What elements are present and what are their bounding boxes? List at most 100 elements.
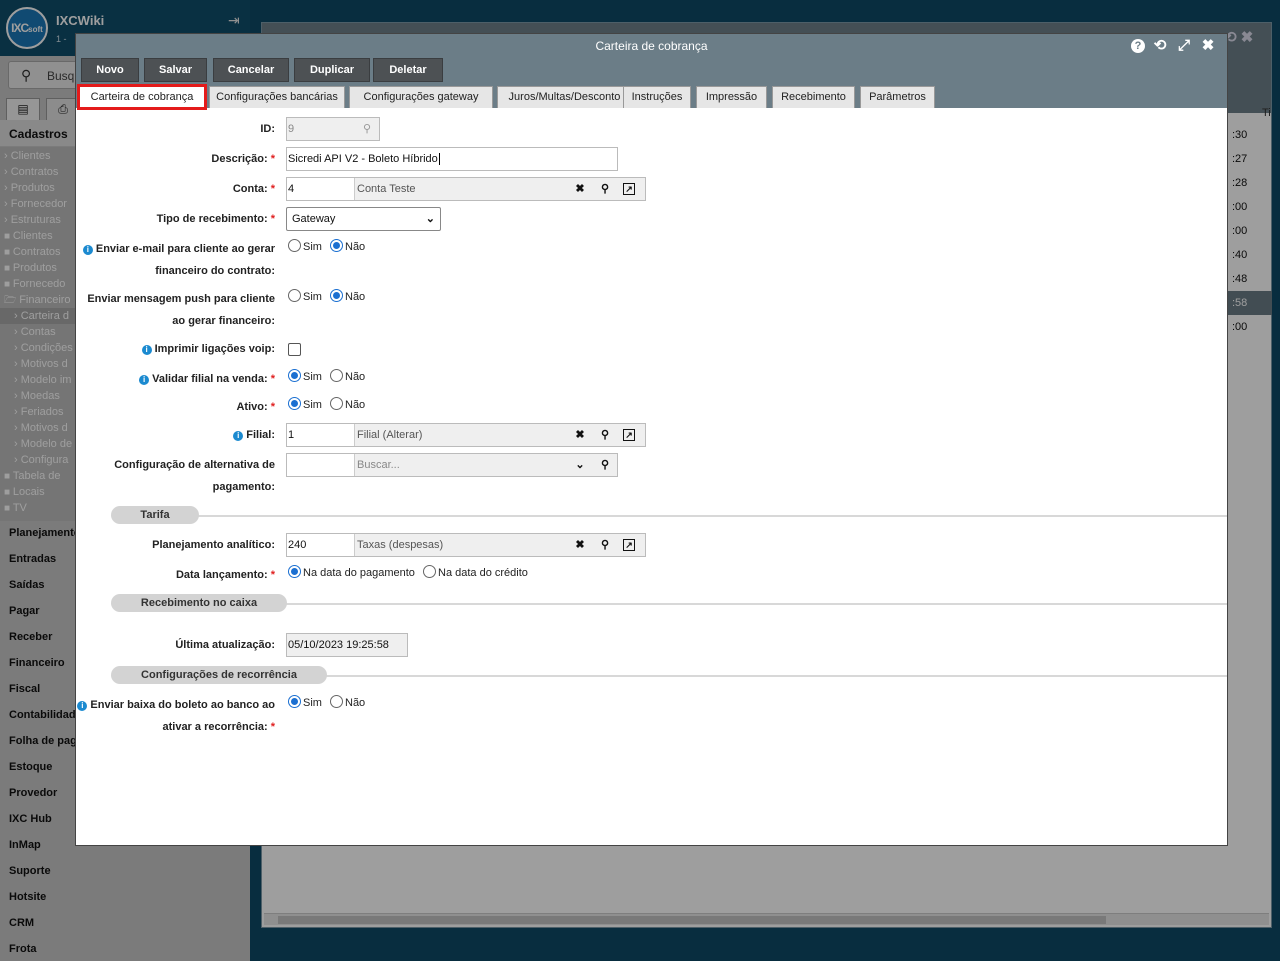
baixa-label-line1: Enviar baixa do boleto ao banco ao [90,699,275,711]
alt-pagamento-placeholder[interactable]: Buscar... [357,454,400,476]
imprimir-voip-label: i Imprimir ligações voip: [141,338,275,360]
validar-filial-text: Validar filial na venda: [152,373,268,385]
tab-0[interactable]: Carteira de cobrança [77,84,207,110]
id-search-icon: ⚲ [362,123,371,135]
clear-icon[interactable]: ✖ [572,537,588,553]
modal-tabs: Carteira de cobrança Configurações bancár… [76,84,1227,110]
info-icon: i [141,345,152,355]
alt-pagamento-code-input[interactable] [287,454,355,476]
deletar-button[interactable]: Deletar [373,58,443,82]
sim-text: Sim [303,241,322,253]
required-mark: * [270,213,275,225]
search-icon[interactable]: ⚲ [597,427,613,443]
descricao-label: Descrição: * [211,148,275,170]
imprimir-voip-checkbox[interactable] [288,343,301,356]
tipo-recebimento-label: Tipo de recebimento: * [157,208,275,230]
info-icon: i [82,245,93,255]
duplicar-button[interactable]: Duplicar [294,58,370,82]
radio-off [288,289,301,302]
baixa-nao-radio[interactable]: Não [330,695,365,710]
history-icon[interactable]: ⟲ [1151,37,1169,55]
radio-off [330,397,343,410]
ultima-atualizacao-label: Última atualização: [175,639,275,651]
ativo-sim-radio[interactable]: Sim [288,397,322,412]
radio-on [288,397,301,410]
radio-off [288,239,301,252]
chevron-down-icon[interactable]: ⌄ [572,457,588,473]
clear-icon[interactable]: ✖ [572,181,588,197]
required-mark: * [270,721,275,733]
section-divider [276,603,1227,605]
filial-code-input[interactable]: 1 [287,424,355,446]
search-icon[interactable]: ⚲ [597,537,613,553]
tab-5[interactable]: Impressão [696,86,767,108]
planejamento-code-input[interactable]: 240 [287,534,355,556]
salvar-button[interactable]: Salvar [144,58,207,82]
data-credito-text: Na data do crédito [438,567,528,579]
novo-button[interactable]: Novo [81,58,139,82]
close-icon[interactable]: ✖ [1199,37,1217,55]
push-sim-radio[interactable]: Sim [288,289,322,304]
radio-off [423,565,436,578]
modal-toolbar: Novo Salvar Cancelar Duplicar Deletar [76,58,1227,84]
data-pagamento-radio[interactable]: Na data do pagamento [288,565,415,580]
ativo-nao-radio[interactable]: Não [330,397,365,412]
open-external-icon[interactable]: ↗ [623,429,635,441]
radio-on [330,239,343,252]
enviar-push-label: Enviar mensagem push para cliente [87,293,275,305]
data-credito-radio[interactable]: Na data do crédito [423,565,528,580]
help-icon[interactable]: ? [1131,39,1145,53]
alt-pagamento-label: Configuração de alternativa de [114,459,275,471]
radio-off [330,369,343,382]
carteira-modal: Carteira de cobrança ? ⟲ ⤢ ✖ Novo Salvar C… [75,33,1228,846]
nao-text: Não [345,371,366,383]
info-icon: i [233,431,244,441]
conta-code-input[interactable]: 4 [287,178,355,200]
planejamento-label: Planejamento analítico: [152,539,275,551]
enviar-email-label: i Enviar e-mail para cliente ao gerar [82,238,275,260]
maximize-icon[interactable]: ⤢ [1175,37,1193,55]
tab-1[interactable]: Configurações bancárias [209,86,345,108]
tab-4[interactable]: Instruções [623,86,691,108]
tipo-recebimento-select[interactable]: Gateway ⌄ [286,207,441,231]
clear-icon[interactable]: ✖ [572,427,588,443]
radio-off [330,695,343,708]
nao-text: Não [345,241,366,253]
alt-pagamento-label-2: pagamento: [212,481,275,493]
tab-2[interactable]: Configurações gateway [349,86,493,108]
planejamento-lookup: 240 Taxas (despesas) ✖ ⚲ ↗ [286,533,646,557]
validar-filial-sim-radio[interactable]: Sim [288,369,322,384]
section-tarifa: Tarifa [111,506,199,524]
ultima-atualizacao-field: 05/10/2023 19:25:58 [286,633,408,657]
open-external-icon[interactable]: ↗ [623,183,635,195]
tab-3[interactable]: Juros/Multas/Desconto [497,86,632,108]
voip-label-text: Imprimir ligações voip: [154,343,275,355]
radio-on [288,695,301,708]
cancelar-button[interactable]: Cancelar [213,58,289,82]
open-external-icon[interactable]: ↗ [623,539,635,551]
tab-6[interactable]: Recebimento [772,86,855,108]
search-icon[interactable]: ⚲ [597,181,613,197]
info-icon: i [139,375,150,385]
push-nao-radio[interactable]: Não [330,289,365,304]
data-pagamento-text: Na data do pagamento [303,567,415,579]
modal-window-controls: ? ⟲ ⤢ ✖ [1131,37,1217,55]
enviar-baixa-label: i Enviar baixa do boleto ao banco ao [77,694,275,716]
planejamento-description: Taxas (despesas) [357,539,444,551]
conta-label: Conta: * [233,178,275,200]
descricao-input[interactable]: Sicredi API V2 - Boleto Híbrido [286,147,618,171]
baixa-sim-radio[interactable]: Sim [288,695,322,710]
enviar-email-label-2: financeiro do contrato: [155,265,275,277]
section-divider [196,515,1227,517]
filial-label: i Filial: [233,424,275,446]
tab-7[interactable]: Parâmetros [860,86,935,108]
validar-filial-nao-radio[interactable]: Não [330,369,365,384]
ativo-label-text: Ativo: [236,401,268,413]
conta-lookup: 4 Conta Teste ✖ ⚲ ↗ [286,177,646,201]
email-sim-radio[interactable]: Sim [288,239,322,254]
search-icon[interactable]: ⚲ [597,457,613,473]
sim-text: Sim [303,291,322,303]
sim-text: Sim [303,399,322,411]
sim-text: Sim [303,371,322,383]
email-nao-radio[interactable]: Não [330,239,365,254]
